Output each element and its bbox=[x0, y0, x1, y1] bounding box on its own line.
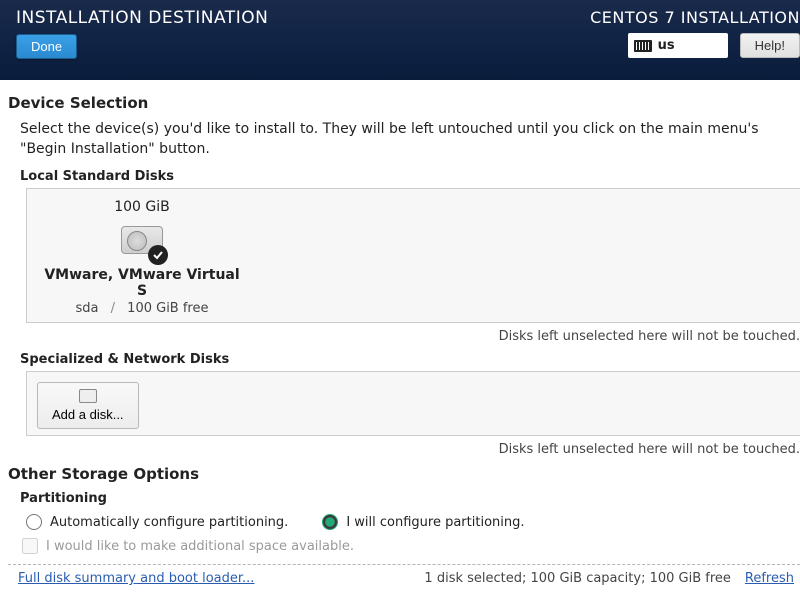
storage-options-heading: Other Storage Options bbox=[8, 465, 800, 483]
radio-manual-input[interactable] bbox=[322, 514, 338, 530]
disk-add-icon bbox=[79, 389, 97, 403]
content-area: Device Selection Select the device(s) yo… bbox=[0, 80, 800, 600]
local-disks-row: 100 GiB VMware, VMware Virtual S sda / 1… bbox=[26, 188, 800, 323]
add-disk-button[interactable]: Add a disk... bbox=[37, 382, 139, 429]
checkbox-reclaim-space: I would like to make additional space av… bbox=[22, 538, 800, 554]
disk-size: 100 GiB bbox=[114, 199, 170, 215]
disk-tile-sda[interactable]: 100 GiB VMware, VMware Virtual S sda / 1… bbox=[37, 199, 247, 316]
add-disk-label: Add a disk... bbox=[52, 407, 124, 422]
selection-summary-text: 1 disk selected; 100 GiB capacity; 100 G… bbox=[424, 571, 730, 586]
network-disks-heading: Specialized & Network Disks bbox=[20, 352, 800, 367]
done-button[interactable]: Done bbox=[16, 34, 77, 59]
keyboard-layout-label: us bbox=[658, 38, 675, 53]
divider bbox=[8, 564, 800, 565]
disk-dev: sda bbox=[76, 301, 99, 316]
checkbox-reclaim-label: I would like to make additional space av… bbox=[46, 539, 354, 554]
disk-free: 100 GiB free bbox=[127, 301, 208, 316]
device-selection-description: Select the device(s) you'd like to insta… bbox=[20, 120, 800, 159]
radio-manual-partition[interactable]: I will configure partitioning. bbox=[322, 514, 524, 530]
full-disk-summary-link[interactable]: Full disk summary and boot loader... bbox=[18, 571, 254, 586]
network-disks-row: Add a disk... bbox=[26, 371, 800, 436]
installer-title: CENTOS 7 INSTALLATION bbox=[590, 8, 800, 27]
radio-auto-label: Automatically configure partitioning. bbox=[50, 515, 288, 530]
page-title: INSTALLATION DESTINATION bbox=[16, 8, 268, 28]
keyboard-icon bbox=[634, 40, 652, 52]
keyboard-layout-selector[interactable]: us bbox=[628, 33, 728, 58]
local-disks-hint: Disks left unselected here will not be t… bbox=[8, 329, 800, 344]
hdd-icon bbox=[118, 219, 166, 261]
selected-check-icon bbox=[148, 245, 168, 265]
disk-subinfo: sda / 100 GiB free bbox=[76, 301, 209, 316]
radio-auto-partition[interactable]: Automatically configure partitioning. bbox=[26, 514, 288, 530]
help-button[interactable]: Help! bbox=[740, 33, 800, 58]
checkbox-reclaim-input bbox=[22, 538, 38, 554]
top-bar: INSTALLATION DESTINATION Done CENTOS 7 I… bbox=[0, 0, 800, 80]
radio-manual-label: I will configure partitioning. bbox=[346, 515, 524, 530]
radio-auto-input[interactable] bbox=[26, 514, 42, 530]
device-selection-heading: Device Selection bbox=[8, 94, 800, 112]
refresh-link[interactable]: Refresh bbox=[745, 571, 794, 586]
partitioning-heading: Partitioning bbox=[20, 491, 800, 506]
local-disks-heading: Local Standard Disks bbox=[20, 169, 800, 184]
network-disks-hint: Disks left unselected here will not be t… bbox=[8, 442, 800, 457]
bottom-bar: Full disk summary and boot loader... 1 d… bbox=[8, 571, 800, 596]
disk-label: VMware, VMware Virtual S bbox=[37, 267, 247, 299]
